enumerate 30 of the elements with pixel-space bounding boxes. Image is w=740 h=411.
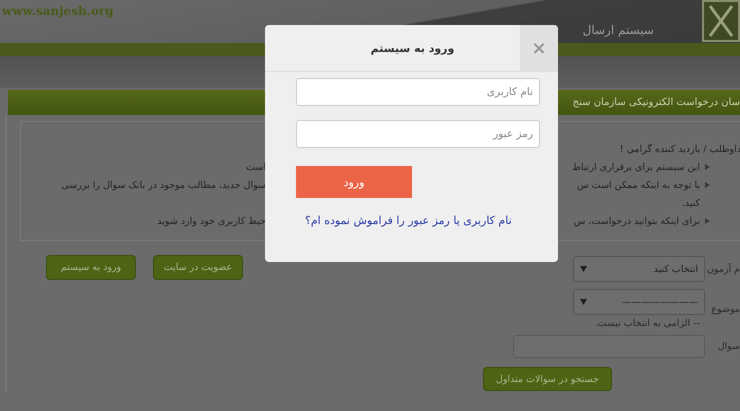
bullet-icon	[704, 181, 711, 189]
notice-text: برای اینکه بتوانید درخواست، س	[574, 216, 700, 226]
account-button[interactable]: ورود به سیستم	[46, 254, 136, 280]
ornament-icon	[702, 0, 740, 43]
login-button[interactable]: ورود	[296, 166, 412, 198]
forgot-password-link[interactable]: نام کاربری یا رمز عبور را فراموش نموده ام؟	[305, 214, 512, 227]
input-field[interactable]: نام کاربری	[296, 78, 540, 106]
notice-text: کنید.	[682, 198, 700, 208]
field-label: م آزمون	[706, 264, 740, 274]
field-label: سوال	[716, 341, 740, 352]
notice-text: حیط کاربری خود وارد شوید	[157, 216, 266, 226]
notice-text: با توجه به اینکه ممکن است س	[577, 180, 700, 190]
bullet-icon	[704, 217, 711, 225]
input-field[interactable]: رمز عبور	[296, 120, 540, 148]
field-label: موضوع	[710, 304, 740, 315]
notice-text: سوال جدید، مطالب موجود در بانک سوال را بررسی	[61, 180, 266, 190]
account-button[interactable]: عضویت در سایت	[153, 254, 243, 280]
dropdown[interactable]: ————————	[573, 289, 705, 315]
notice-text: است	[246, 162, 266, 172]
notice-text: این سیستم برای برقراری ارتباط	[572, 162, 700, 172]
dialog-title: ورود به سیستم	[370, 42, 456, 54]
hint-text: -- الزامی به انتخاب نیست.	[594, 318, 700, 328]
site-title: سیستم ارسال	[582, 23, 654, 37]
dropdown[interactable]: انتخاب کنید	[573, 256, 705, 282]
caret-icon	[580, 299, 587, 305]
page-title: سان درخواست الکترونیکی سازمان سنج	[572, 97, 740, 108]
search-button[interactable]: جستجو در سوالات متداول	[482, 367, 612, 391]
bullet-icon	[704, 163, 711, 171]
caret-icon	[580, 266, 587, 272]
close-button[interactable]: ×	[520, 25, 558, 71]
